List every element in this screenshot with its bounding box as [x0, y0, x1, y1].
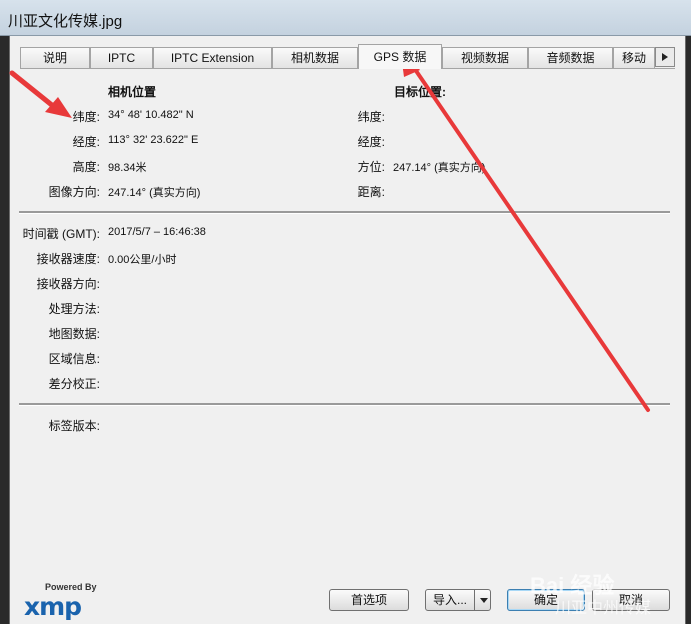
arrow-to-gps-tab: [400, 47, 650, 412]
annotation-arrows: [9, 47, 650, 412]
window: 川亚文化传媒.jpg 说明 IPTC IPTC Extension 相机数据 G…: [0, 0, 691, 624]
tab-gps-data[interactable]: GPS 数据: [358, 44, 442, 69]
arrow-to-latitude: [9, 70, 72, 118]
